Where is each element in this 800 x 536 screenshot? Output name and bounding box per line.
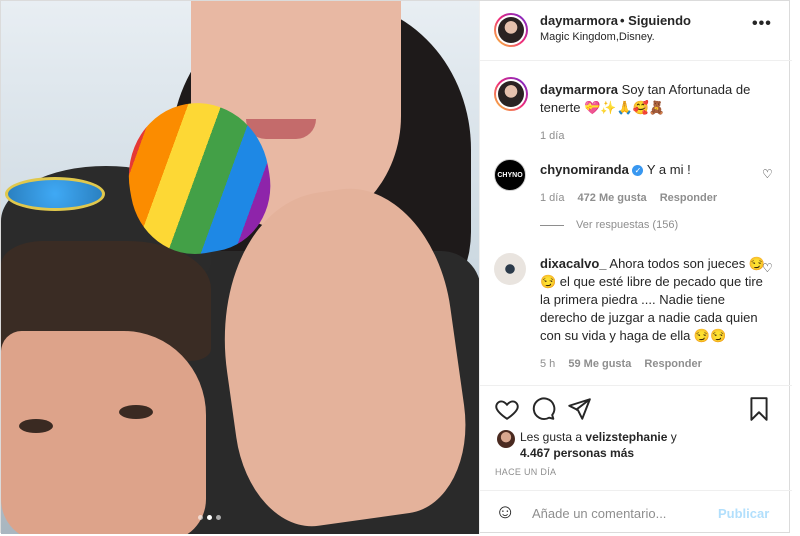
comment-time: 1 día — [540, 192, 565, 204]
replies-divider — [540, 224, 564, 226]
comment-username[interactable]: dixacalvo_ — [540, 256, 607, 271]
photo-boy-eye — [19, 419, 53, 433]
following-status[interactable]: • Siguiendo — [620, 13, 691, 28]
post-header: daymarmora • Siguiendo Magic Kingdom,Dis… — [480, 1, 792, 61]
post-actions: Les gusta a velizstephanie y 4.467 perso… — [480, 385, 792, 535]
likes-count[interactable]: 4.467 personas más — [520, 446, 634, 460]
post-photo[interactable] — [1, 1, 479, 534]
likes-user[interactable]: velizstephanie — [585, 430, 667, 444]
header-location[interactable]: Magic Kingdom,Disney. — [540, 31, 655, 43]
comment-item: chynomiranda ✓ Y a mi ! 1 día 472 Me gus… — [540, 161, 766, 207]
share-send-icon[interactable] — [566, 396, 592, 422]
post-timestamp[interactable]: HACE UN DÍA — [495, 467, 556, 477]
photo-boy-eye — [119, 405, 153, 419]
carousel-dot — [216, 515, 221, 520]
photo-hat-patch — [5, 177, 105, 211]
verified-badge-icon: ✓ — [632, 165, 644, 177]
comment-likes[interactable]: 59 Me gusta — [568, 358, 631, 370]
likes-summary: Les gusta a velizstephanie y 4.467 perso… — [520, 429, 677, 461]
emoji-icon[interactable]: ☺ — [495, 501, 515, 524]
add-comment-bar: ☺ Añade un comentario... Publicar — [480, 490, 792, 536]
likes-prefix: Les gusta a — [520, 430, 583, 444]
caption-time: 1 día — [540, 130, 565, 142]
view-replies-label[interactable]: Ver respuestas (156) — [576, 219, 678, 231]
header-avatar[interactable] — [494, 13, 528, 47]
comment-like-icon[interactable]: ♡ — [762, 167, 773, 181]
publish-button[interactable]: Publicar — [718, 506, 769, 521]
view-replies[interactable]: Ver respuestas (156) — [540, 219, 678, 231]
comment-avatar[interactable] — [494, 253, 526, 285]
comment-bubble-icon[interactable] — [530, 396, 556, 422]
liker-avatar[interactable] — [497, 430, 515, 448]
caption: daymarmora Soy tan Afortunada de tenerte… — [540, 81, 780, 145]
reply-button[interactable]: Responder — [660, 192, 717, 204]
comment-like-icon[interactable]: ♡ — [762, 261, 773, 275]
caption-avatar[interactable] — [494, 77, 528, 111]
carousel-indicator — [198, 515, 221, 520]
bookmark-icon[interactable] — [746, 396, 772, 422]
reply-button[interactable]: Responder — [644, 358, 701, 370]
post-sidebar: daymarmora • Siguiendo Magic Kingdom,Dis… — [479, 1, 792, 535]
comment-text: Y a mi ! — [646, 162, 691, 177]
carousel-dot-active — [207, 515, 212, 520]
comment-time: 5 h — [540, 358, 556, 370]
instagram-post: daymarmora • Siguiendo Magic Kingdom,Dis… — [0, 0, 792, 535]
more-horizontal-icon[interactable]: ••• — [752, 15, 772, 33]
caption-username[interactable]: daymarmora — [540, 82, 618, 97]
carousel-dot — [198, 515, 203, 520]
like-heart-icon[interactable] — [494, 396, 520, 422]
comment-avatar[interactable]: CHYNO — [494, 159, 526, 191]
comment-item: dixacalvo_ Ahora todos son jueces 😏😏 el … — [540, 255, 766, 373]
comment-input[interactable]: Añade un comentario... — [532, 506, 666, 521]
comment-likes[interactable]: 472 Me gusta — [578, 192, 647, 204]
comment-username[interactable]: chynomiranda — [540, 162, 629, 177]
header-username[interactable]: daymarmora — [540, 13, 618, 28]
likes-suffix: y — [670, 430, 677, 444]
